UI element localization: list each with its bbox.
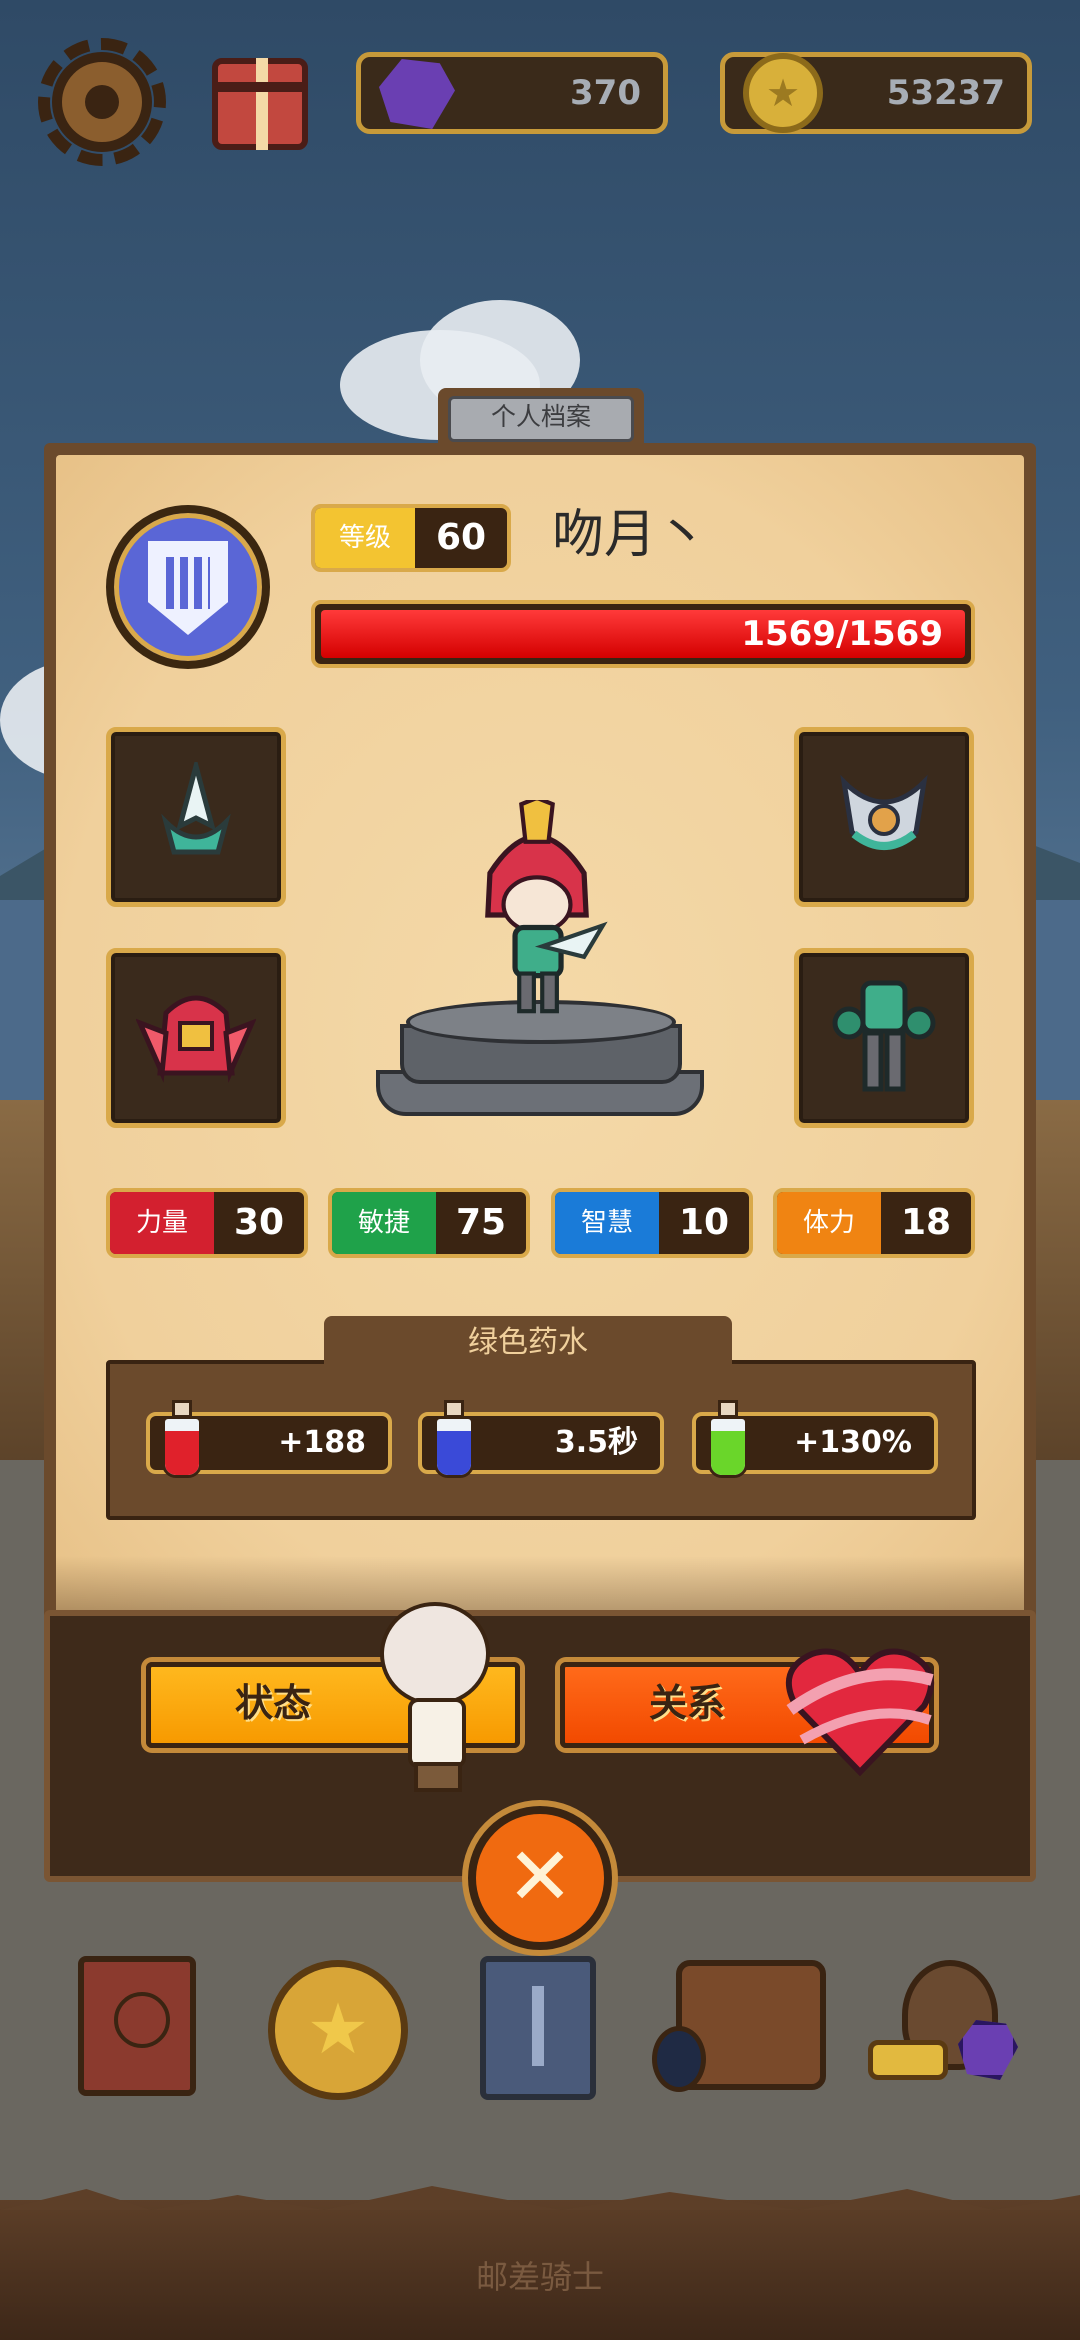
- flask-body: [708, 1416, 748, 1478]
- level-value: 60: [435, 517, 487, 558]
- player-name: 吻月丶: [552, 505, 709, 565]
- potion-value: +188: [278, 1425, 366, 1460]
- coin-count: 53237: [886, 73, 1005, 113]
- stat-label: 敏捷: [332, 1192, 436, 1254]
- backpack-icon: [652, 1960, 826, 2092]
- equip-slot-weapon[interactable]: [106, 727, 286, 907]
- stat-wisdom: 智慧 10: [551, 1188, 753, 1258]
- shield-icon: [148, 541, 228, 635]
- stat-label: 智慧: [555, 1192, 659, 1254]
- gem-count: 370: [570, 73, 641, 113]
- stat-label: 力量: [110, 1192, 214, 1254]
- armor-suit-icon: [832, 980, 936, 1092]
- stat-value: 10: [678, 1202, 730, 1243]
- relation-button-label: 关系: [648, 1681, 725, 1725]
- potion-title: 绿色药水: [324, 1316, 732, 1366]
- nav-book[interactable]: [78, 1950, 208, 2100]
- star-coin-icon: [268, 1960, 408, 2100]
- blue-potion-hourglass-icon: [432, 1400, 476, 1480]
- stat-value: 18: [900, 1202, 952, 1243]
- purple-gem-icon: [379, 59, 455, 129]
- green-potion-boost-icon: [706, 1400, 750, 1480]
- nav-coin[interactable]: [268, 1950, 408, 2100]
- stat-value: 75: [455, 1202, 507, 1243]
- profile-tab-label: 个人档案: [448, 396, 634, 442]
- chibi-character-icon: [380, 1602, 492, 1792]
- red-potion-heart-icon: [160, 1400, 204, 1480]
- equip-slot-helmet[interactable]: [106, 948, 286, 1128]
- hp-text: 1569/1569: [741, 614, 943, 654]
- stat-agility: 敏捷 75: [328, 1188, 530, 1258]
- stat-strength: 力量 30: [106, 1188, 308, 1258]
- hp-bar: 1569/1569: [311, 600, 975, 668]
- top-bar: 370 53237: [0, 0, 1080, 190]
- potion-value: +130%: [794, 1425, 912, 1460]
- level-label: 等级: [315, 508, 415, 568]
- gold-coin-icon: [743, 53, 823, 133]
- nav-loot[interactable]: [868, 1950, 1018, 2100]
- chibi-legs: [414, 1762, 462, 1792]
- level-badge: 等级 60: [311, 504, 511, 572]
- card-deck-icon: [480, 1956, 596, 2100]
- stat-value: 30: [233, 1202, 285, 1243]
- chibi-body: [408, 1698, 466, 1768]
- equip-slot-accessory[interactable]: [794, 727, 974, 907]
- stat-label: 体力: [777, 1192, 881, 1254]
- equip-slot-armor[interactable]: [794, 948, 974, 1128]
- winged-amulet-icon: [840, 774, 928, 850]
- flask-body: [434, 1416, 474, 1478]
- flask-body: [162, 1416, 202, 1478]
- gift-box-icon[interactable]: [212, 58, 308, 150]
- potion-speed[interactable]: 3.5秒: [418, 1400, 664, 1478]
- flask-liquid: [165, 1431, 199, 1475]
- coins-pile: [868, 2040, 948, 2080]
- flask-liquid: [437, 1431, 471, 1475]
- nav-cards[interactable]: [468, 1950, 598, 2100]
- close-icon: ✕: [506, 1830, 574, 1923]
- potion-boost[interactable]: +130%: [692, 1400, 938, 1478]
- character-avatar: [485, 800, 608, 1014]
- loot-bag-icon: [868, 1960, 1018, 2090]
- status-button-label: 状态: [234, 1681, 311, 1725]
- gem-counter[interactable]: 370: [356, 52, 668, 134]
- gear-icon[interactable]: [38, 38, 166, 166]
- heart-ribbon-icon: [785, 1648, 935, 1777]
- chibi-head: [380, 1602, 490, 1706]
- potion-health[interactable]: +188: [146, 1400, 392, 1478]
- spear-tip-icon: [161, 762, 231, 855]
- book-icon: [78, 1956, 196, 2096]
- flask-liquid: [711, 1431, 745, 1475]
- winged-helmet-icon: [136, 995, 256, 1083]
- potion-value: 3.5秒: [554, 1425, 638, 1460]
- shield-emblem-icon[interactable]: [106, 505, 270, 669]
- profile-tab: 个人档案: [438, 388, 644, 446]
- nav-backpack[interactable]: [652, 1950, 826, 2100]
- stat-stamina: 体力 18: [773, 1188, 975, 1258]
- close-button[interactable]: ✕: [468, 1806, 612, 1950]
- footer-title: 邮差骑士: [475, 2258, 604, 2296]
- coin-counter[interactable]: 53237: [720, 52, 1032, 134]
